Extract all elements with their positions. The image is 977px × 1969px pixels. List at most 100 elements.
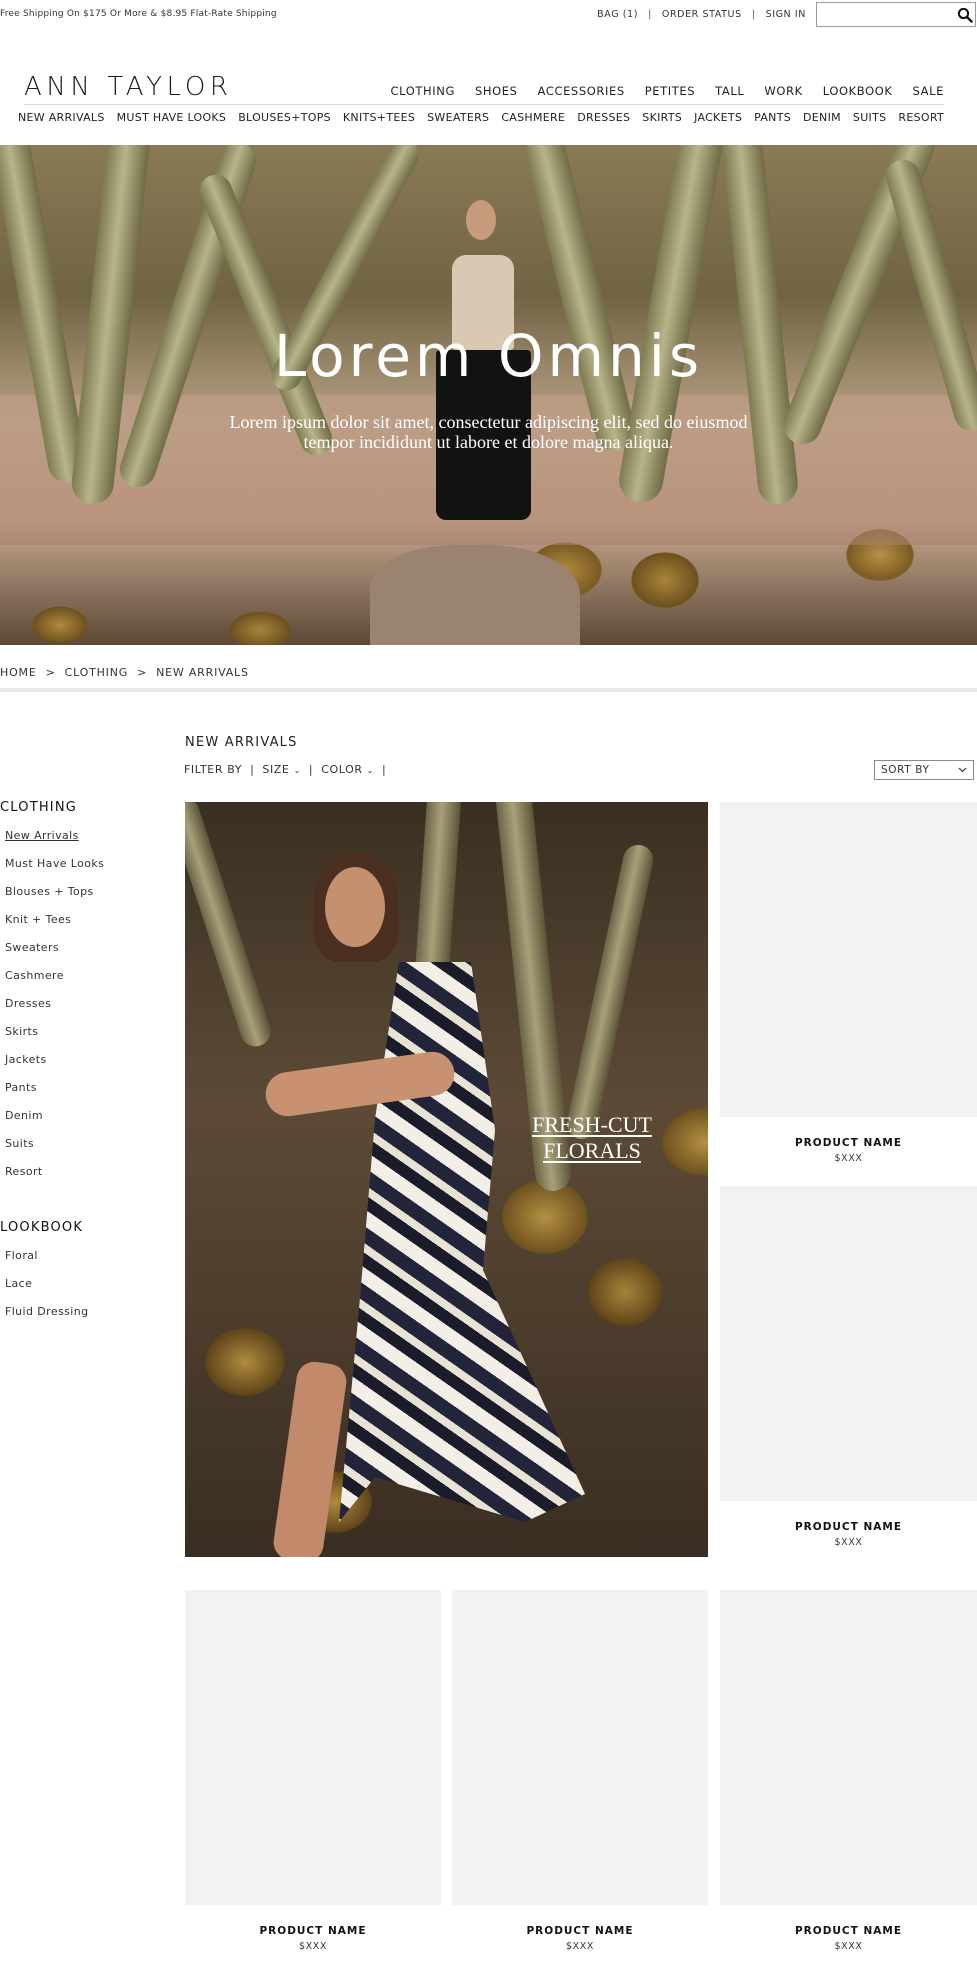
chevron-down-icon: ⌄ [293, 766, 301, 775]
sidebar-item-dresses[interactable]: Dresses [5, 997, 104, 1025]
sidebar-item-fluid-dressing[interactable]: Fluid Dressing [5, 1305, 88, 1333]
subnav-jackets[interactable]: JACKETS [694, 111, 742, 124]
subnav-dresses[interactable]: DRESSES [577, 111, 630, 124]
search-icon[interactable] [957, 7, 973, 23]
filter-separator: | [308, 763, 314, 776]
sidebar-item-label: Resort [5, 1165, 43, 1178]
subnav-blouses-tops[interactable]: BLOUSES+TOPS [238, 111, 331, 124]
subnav-sweaters[interactable]: SWEATERS [427, 111, 489, 124]
subnav-suits[interactable]: SUITS [853, 111, 886, 124]
subnav-knits-tees[interactable]: KNITS+TEES [343, 111, 415, 124]
nav-lookbook[interactable]: LOOKBOOK [823, 84, 893, 98]
product-name[interactable]: PRODUCT NAME [720, 1521, 977, 1533]
color-filter[interactable]: COLOR ⌄ [321, 763, 374, 776]
product-price: $XXX [834, 1941, 863, 1952]
sidebar-item-label: Cashmere [5, 969, 64, 982]
sidebar-clothing-list: New Arrivals Must Have Looks Blouses + Top… [5, 829, 104, 1193]
product-name[interactable]: PRODUCT NAME [185, 1925, 441, 1937]
subnav-denim[interactable]: DENIM [803, 111, 841, 124]
product-card[interactable]: PRODUCT NAME $XXX [720, 1186, 977, 1548]
order-status-link[interactable]: ORDER STATUS [662, 9, 742, 20]
product-price: $XXX [834, 1537, 863, 1548]
sub-navigation: NEW ARRIVALS MUST HAVE LOOKS BLOUSES+TOPS K… [18, 111, 944, 124]
product-price: $XXX [566, 1941, 594, 1952]
sidebar-item-cashmere[interactable]: Cashmere [5, 969, 104, 997]
product-image[interactable] [720, 802, 977, 1117]
sidebar-item-must-have-looks[interactable]: Must Have Looks [5, 857, 104, 885]
sidebar-item-new-arrivals[interactable]: New Arrivals [5, 829, 104, 857]
nav-clothing[interactable]: CLOTHING [391, 84, 455, 98]
shipping-promo: Free Shipping On $175 Or More & $8.95 Fl… [0, 9, 277, 19]
size-filter-label: SIZE [262, 763, 290, 776]
sidebar-item-jackets[interactable]: Jackets [5, 1053, 104, 1081]
breadcrumb-new-arrivals[interactable]: NEW ARRIVALS [156, 666, 249, 679]
breadcrumb: HOME > CLOTHING > NEW ARRIVALS [0, 666, 249, 679]
account-links: BAG (1) | ORDER STATUS | SIGN IN [597, 9, 806, 20]
product-name[interactable]: PRODUCT NAME [720, 1925, 977, 1937]
product-card[interactable]: PRODUCT NAME $XXX [720, 1590, 977, 1952]
sidebar-item-suits[interactable]: Suits [5, 1137, 104, 1165]
nav-petites[interactable]: PETITES [645, 84, 695, 98]
breadcrumb-home[interactable]: HOME [0, 666, 37, 679]
sign-in-link[interactable]: SIGN IN [766, 9, 806, 20]
product-image[interactable] [185, 1590, 441, 1905]
feature-cactus [564, 842, 656, 1142]
filter-by-label: FILTER BY [184, 763, 243, 776]
nav-sale[interactable]: SALE [913, 84, 944, 98]
sidebar-item-skirts[interactable]: Skirts [5, 1025, 104, 1053]
brand-logo[interactable]: ANN TAYLOR [24, 72, 233, 102]
hero-title: Lorem Omnis [273, 322, 704, 390]
chevron-down-icon: ⌄ [366, 766, 375, 775]
product-card[interactable]: PRODUCT NAME $XXX [452, 1590, 708, 1952]
feature-tagline-line: FRESH-CUT [532, 1112, 652, 1137]
subnav-cashmere[interactable]: CASHMERE [501, 111, 565, 124]
sidebar-item-label: Lace [5, 1277, 33, 1290]
sidebar-item-pants[interactable]: Pants [5, 1081, 104, 1109]
sidebar-heading-clothing[interactable]: CLOTHING [0, 800, 77, 815]
feature-tile[interactable]: FRESH-CUT FLORALS [185, 802, 708, 1557]
product-image[interactable] [720, 1590, 977, 1905]
feature-tagline[interactable]: FRESH-CUT FLORALS [522, 1112, 662, 1164]
breadcrumb-divider [0, 688, 977, 692]
sidebar-item-label: Sweaters [5, 941, 60, 954]
subnav-must-have-looks[interactable]: MUST HAVE LOOKS [117, 111, 227, 124]
subnav-skirts[interactable]: SKIRTS [642, 111, 682, 124]
chevron-down-icon [958, 767, 967, 773]
sidebar-item-label: Fluid Dressing [5, 1305, 89, 1318]
hero-banner[interactable]: Lorem Omnis Lorem ipsum dolor sit amet, … [0, 145, 977, 645]
subnav-new-arrivals[interactable]: NEW ARRIVALS [18, 111, 105, 124]
sort-by-select[interactable]: SORT BY [874, 760, 974, 780]
page-title: NEW ARRIVALS [185, 735, 298, 750]
color-filter-label: COLOR [321, 763, 363, 776]
product-card[interactable]: PRODUCT NAME $XXX [185, 1590, 441, 1952]
subnav-pants[interactable]: PANTS [754, 111, 791, 124]
nav-tall[interactable]: TALL [715, 84, 744, 98]
product-name[interactable]: PRODUCT NAME [720, 1137, 977, 1149]
sidebar-item-label: Pants [5, 1081, 37, 1094]
breadcrumb-clothing[interactable]: CLOTHING [65, 666, 128, 679]
sidebar-item-lace[interactable]: Lace [5, 1277, 88, 1305]
sidebar-item-knit-tees[interactable]: Knit + Tees [5, 913, 104, 941]
feature-model [271, 1359, 349, 1557]
sidebar-item-floral[interactable]: Floral [5, 1249, 88, 1277]
product-image[interactable] [452, 1590, 708, 1905]
sidebar-item-denim[interactable]: Denim [5, 1109, 104, 1137]
sidebar-item-label: Dresses [5, 997, 52, 1010]
sidebar-heading-lookbook[interactable]: LOOKBOOK [0, 1220, 83, 1235]
nav-work[interactable]: WORK [764, 84, 802, 98]
size-filter[interactable]: SIZE ⌄ [262, 763, 301, 776]
sidebar-item-blouses-tops[interactable]: Blouses + Tops [5, 885, 104, 913]
sidebar-item-sweaters[interactable]: Sweaters [5, 941, 104, 969]
nav-shoes[interactable]: SHOES [475, 84, 518, 98]
search-input[interactable] [821, 5, 949, 26]
product-card[interactable]: PRODUCT NAME $XXX [720, 802, 977, 1164]
sidebar-item-label: Denim [5, 1109, 43, 1122]
sidebar-item-resort[interactable]: Resort [5, 1165, 104, 1193]
product-image[interactable] [720, 1186, 977, 1501]
nav-accessories[interactable]: ACCESSORIES [538, 84, 625, 98]
sidebar-item-label: Must Have Looks [5, 857, 105, 870]
product-name[interactable]: PRODUCT NAME [452, 1925, 708, 1937]
bag-link[interactable]: BAG (1) [597, 9, 638, 20]
subnav-resort[interactable]: RESORT [898, 111, 944, 124]
sidebar-item-label: New Arrivals [5, 829, 79, 842]
